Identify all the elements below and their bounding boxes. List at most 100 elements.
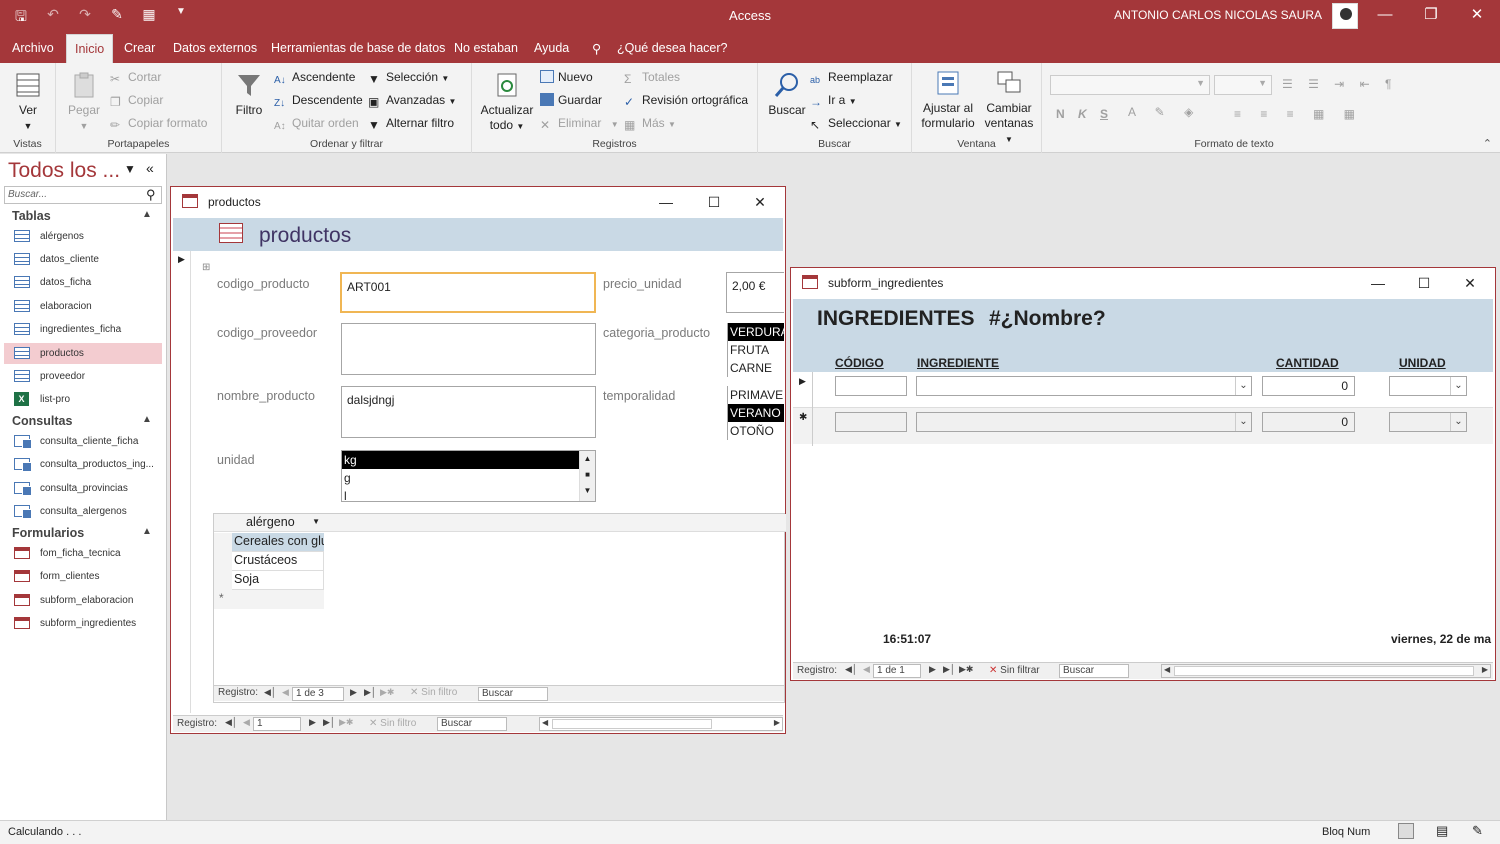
search-icon[interactable]: ⚲: [146, 187, 156, 203]
listbox-scrollbar[interactable]: ▲ ■ ▼: [579, 451, 595, 501]
filter-status[interactable]: ✕ Sin filtro: [410, 687, 457, 698]
nav-item-ingredientes-ficha[interactable]: ingredientes_ficha: [4, 319, 162, 340]
chevron-down-icon[interactable]: ⌄: [1450, 377, 1466, 395]
last-record-icon[interactable]: ▶│: [323, 717, 336, 728]
list-item[interactable]: PRIMAVE: [728, 386, 784, 404]
ingrediente-combo[interactable]: ⌄: [916, 376, 1252, 396]
list-item[interactable]: g: [342, 469, 595, 487]
minimize-button[interactable]: —: [651, 191, 681, 213]
list-item[interactable]: VERANO: [728, 404, 784, 422]
nav-item-fom-ficha-tecnica[interactable]: fom_ficha_tecnica: [4, 543, 162, 564]
nav-item-consulta-productos[interactable]: consulta_productos_ing...: [4, 454, 162, 475]
underline-button[interactable]: S: [1100, 107, 1108, 121]
subform-search-input[interactable]: Buscar: [478, 687, 548, 701]
cantidad-input[interactable]: 0: [1262, 412, 1355, 432]
refresh-all-button[interactable]: Actualizar todo ▼: [480, 71, 534, 134]
nav-item-productos[interactable]: productos: [4, 343, 162, 364]
nav-menu-icon[interactable]: ▼: [124, 162, 136, 176]
view-button[interactable]: Ver ▼: [12, 71, 44, 134]
search-input[interactable]: Buscar: [1059, 664, 1129, 678]
horizontal-scrollbar[interactable]: ◀ ▶: [1161, 664, 1491, 678]
tab-herramientas[interactable]: Herramientas de base de datos: [271, 41, 445, 55]
nav-item-alergenos[interactable]: alérgenos: [4, 226, 162, 247]
font-size-combo[interactable]: ▼: [1214, 75, 1272, 95]
nav-search-input[interactable]: Buscar...: [4, 186, 162, 204]
font-family-combo[interactable]: ▼: [1050, 75, 1210, 95]
advanced-dropdown[interactable]: ▣ Avanzadas ▼: [368, 93, 456, 109]
next-record-icon[interactable]: ▶: [309, 717, 316, 728]
list-buttons[interactable]: ☰ ☰ ⇥ ⇤ ¶: [1282, 77, 1397, 91]
tab-archivo[interactable]: Archivo: [12, 41, 54, 55]
avatar[interactable]: [1332, 3, 1358, 29]
codigo-input[interactable]: [835, 412, 907, 432]
format-painter-button[interactable]: ✏ Copiar formato: [110, 116, 207, 132]
new-row[interactable]: *: [214, 590, 324, 609]
section-formularios[interactable]: Formularios ▲: [12, 526, 152, 540]
tab-inicio[interactable]: Inicio: [66, 34, 114, 63]
new-record-button[interactable]: Nuevo: [540, 70, 593, 84]
italic-button[interactable]: K: [1078, 107, 1087, 121]
filter-status[interactable]: ✕ Sin filtro: [369, 718, 416, 729]
align-buttons[interactable]: ≡ ≡ ≡ ▦ ▦: [1234, 107, 1363, 121]
next-record-icon[interactable]: ▶: [929, 664, 936, 675]
close-button[interactable]: ✕: [1455, 272, 1485, 294]
codigo-producto-field[interactable]: ART001: [340, 272, 596, 313]
select-dropdown[interactable]: ↖ Seleccionar ▼: [810, 116, 902, 132]
list-item[interactable]: OTOÑO: [728, 422, 784, 440]
nav-item-proveedor[interactable]: proveedor: [4, 366, 162, 387]
window-titlebar[interactable]: productos — ☐ ✕: [171, 187, 785, 217]
switch-windows-button[interactable]: Cambiar ventanas ▼: [980, 69, 1038, 147]
record-position[interactable]: 1: [253, 717, 301, 731]
nav-item-subform-elaboracion[interactable]: subform_elaboracion: [4, 590, 162, 611]
selection-dropdown[interactable]: ▼ Selección ▼: [368, 70, 449, 86]
tab-datos-externos[interactable]: Datos externos: [173, 41, 257, 55]
close-button[interactable]: ✕: [745, 191, 775, 213]
close-button[interactable]: ✕: [1454, 0, 1500, 32]
nav-item-subform-ingredientes[interactable]: subform_ingredientes: [4, 613, 162, 634]
save-record-button[interactable]: Guardar: [540, 93, 602, 107]
delete-record-button[interactable]: ✕ Eliminar ▼: [540, 116, 619, 132]
filter-button[interactable]: Filtro: [232, 71, 266, 118]
ingrediente-combo[interactable]: ⌄: [916, 412, 1252, 432]
record-selector[interactable]: [793, 372, 813, 446]
tab-ayuda[interactable]: Ayuda: [534, 41, 569, 55]
goto-dropdown[interactable]: → Ir a ▼: [810, 93, 857, 109]
nav-item-list-pro[interactable]: Xlist-pro: [4, 389, 162, 410]
list-item[interactable]: VERDURA: [728, 323, 784, 341]
copy-button[interactable]: ❐ Copiar: [110, 93, 163, 109]
minimize-button[interactable]: —: [1362, 0, 1408, 32]
window-titlebar[interactable]: subform_ingredientes — ☐ ✕: [791, 268, 1495, 298]
tab-no-estaban[interactable]: No estaban: [454, 41, 518, 55]
column-header-alergeno[interactable]: alérgeno ▼: [232, 514, 324, 532]
row-selectors[interactable]: [214, 533, 232, 590]
chevron-down-icon[interactable]: ⌄: [1450, 413, 1466, 431]
next-record-icon[interactable]: ▶: [350, 687, 357, 698]
tab-crear[interactable]: Crear: [124, 41, 155, 55]
lightbulb-icon[interactable]: ⚲: [592, 41, 601, 56]
table-row[interactable]: Crustáceos: [232, 552, 324, 571]
record-position[interactable]: 1 de 3: [292, 687, 344, 701]
list-item[interactable]: CARNE: [728, 359, 784, 377]
prev-record-icon[interactable]: ◀: [282, 687, 289, 698]
nombre-producto-field[interactable]: dalsjdngj: [341, 386, 596, 438]
replace-button[interactable]: ab Reemplazar: [810, 70, 893, 88]
spelling-button[interactable]: ✓ Revisión ortográfica: [624, 93, 748, 109]
remove-sort-button[interactable]: A↕ Quitar orden: [274, 116, 359, 134]
nav-item-consulta-provincias[interactable]: consulta_provincias: [4, 478, 162, 499]
list-item[interactable]: FRUTA: [728, 341, 784, 359]
horizontal-scrollbar[interactable]: ◀ ▶: [539, 717, 783, 731]
totals-button[interactable]: Σ Totales: [624, 70, 680, 86]
categoria-listbox[interactable]: VERDURA FRUTA CARNE: [727, 323, 784, 377]
form-view-icon[interactable]: [1398, 823, 1414, 839]
filter-status[interactable]: ✕ Sin filtrar: [989, 665, 1040, 676]
restore-button[interactable]: ❐: [1408, 0, 1454, 32]
first-record-icon[interactable]: ◀│: [264, 687, 277, 698]
nav-item-form-clientes[interactable]: form_clientes: [4, 566, 162, 587]
new-record-icon[interactable]: ▶✱: [380, 687, 394, 698]
prev-record-icon[interactable]: ◀: [243, 717, 250, 728]
last-record-icon[interactable]: ▶│: [364, 687, 377, 698]
collapse-ribbon-icon[interactable]: ⌃: [1483, 137, 1492, 150]
unidad-combo[interactable]: ⌄: [1389, 376, 1467, 396]
search-input[interactable]: Buscar: [437, 717, 507, 731]
table-row[interactable]: Cereales con glu: [232, 533, 324, 552]
